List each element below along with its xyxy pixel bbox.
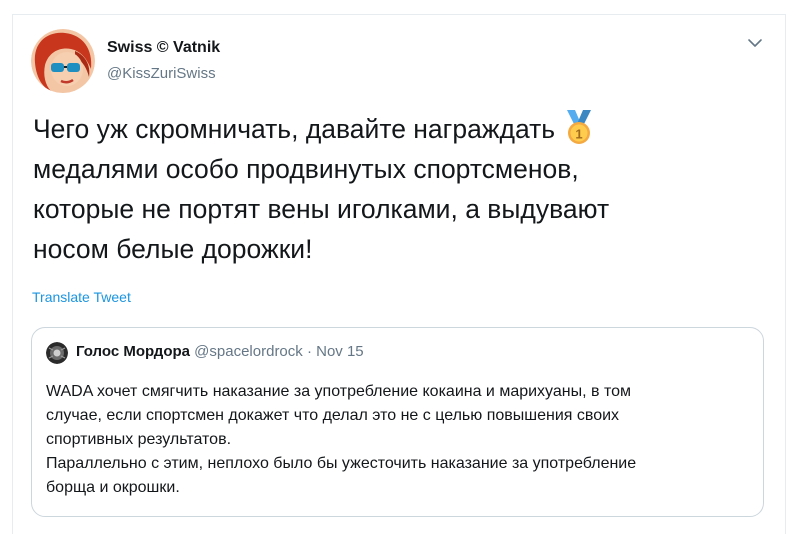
quote-author-avatar[interactable] (46, 342, 68, 364)
tweet-card: Swiss © Vatnik @KissZuriSwiss Чего уж ск… (12, 14, 786, 534)
medal-number: 1 (575, 127, 582, 142)
quote-line: спортивных результатов. (46, 431, 232, 448)
quote-author-name[interactable]: Голос Мордора (76, 343, 190, 360)
quote-line: борща и окрошки. (46, 479, 180, 496)
avatar-image (31, 29, 95, 93)
translate-tweet-link[interactable]: Translate Tweet (32, 289, 131, 305)
quote-line: случае, если спортсмен докажет что делал… (46, 407, 620, 424)
tweet-line: которые не портят вены иголками, а выдув… (33, 194, 610, 224)
tweet-text: Чего уж скромничать, давайте награждать … (33, 109, 733, 269)
tweet-line: носом белые дорожки! (33, 234, 313, 264)
quote-author-handle[interactable]: @spacelordrock (194, 343, 303, 360)
tweet-line: медалями особо продвинутых спортсменов, (33, 154, 579, 184)
tweet-line: Чего уж скромничать, давайте награждать … (33, 109, 733, 149)
quote-line: Параллельно с этим, неплохо было бы ужес… (46, 455, 637, 472)
medal-icon: 1 (567, 110, 592, 144)
author-avatar[interactable] (31, 29, 95, 93)
quote-header: Голос Мордора @spacelordrock · Nov 15 (76, 343, 364, 360)
quoted-tweet[interactable]: Голос Мордора @spacelordrock · Nov 15 WA… (31, 327, 764, 517)
chevron-down-icon[interactable] (747, 37, 763, 49)
quote-text: WADA хочет смягчить наказание за употреб… (46, 380, 758, 500)
quote-avatar-image (46, 342, 68, 364)
quote-date[interactable]: Nov 15 (316, 343, 364, 360)
author-handle[interactable]: @KissZuriSwiss (107, 65, 216, 82)
quote-separator: · (306, 343, 312, 360)
author-name[interactable]: Swiss © Vatnik (107, 39, 220, 57)
quote-line: WADA хочет смягчить наказание за употреб… (46, 383, 631, 400)
